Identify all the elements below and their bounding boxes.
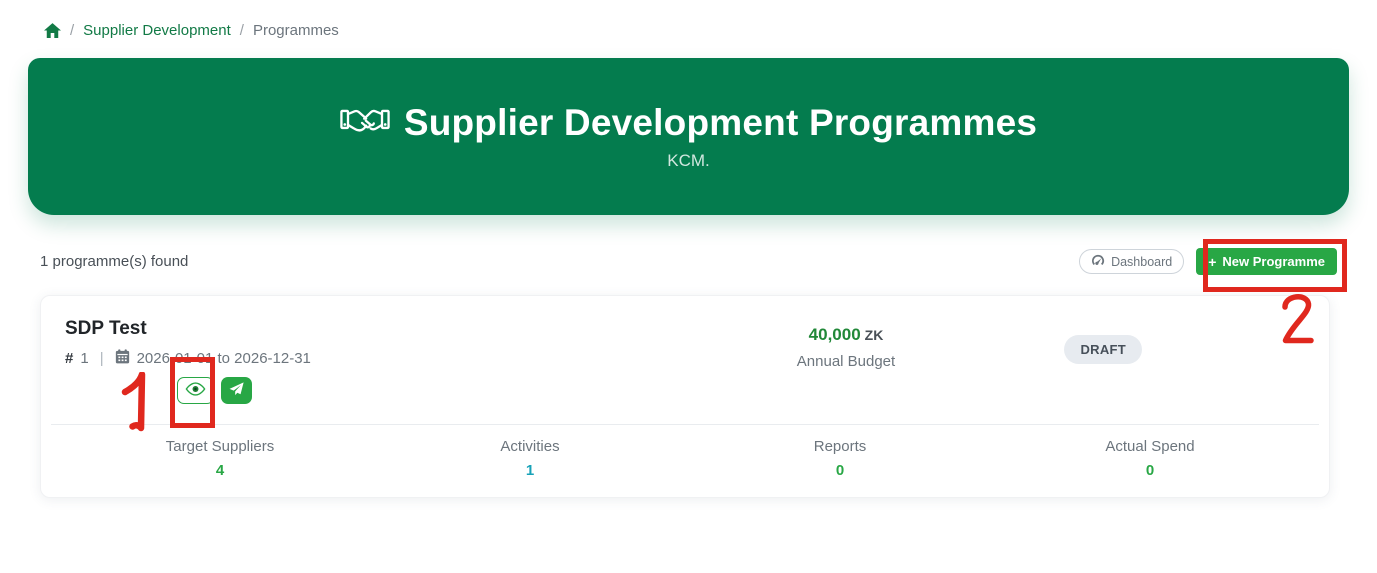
- stat-value: 1: [525, 462, 535, 479]
- stat-label: Reports: [813, 438, 867, 455]
- gauge-icon: [1091, 254, 1105, 269]
- stat-reports: Reports 0: [685, 438, 995, 479]
- programme-card: SDP Test # 1 | 2026-01-01 to 2026-12-31: [40, 295, 1330, 498]
- breadcrumb-item-programmes: Programmes: [252, 22, 339, 39]
- programme-date-range: 2026-01-01 to 2026-12-31: [136, 350, 311, 367]
- stat-value: 4: [215, 462, 225, 479]
- send-programme-button[interactable]: [221, 377, 252, 404]
- budget-amount: 40,000: [808, 325, 861, 344]
- stat-target-suppliers: Target Suppliers 4: [65, 438, 375, 479]
- card-divider: [51, 424, 1319, 425]
- programme-number: 1: [80, 350, 89, 367]
- stat-label: Actual Spend: [1105, 438, 1195, 455]
- programme-actions: [177, 377, 1305, 404]
- plus-icon: +: [1208, 253, 1217, 270]
- annual-budget: 40,000 ZK Annual Budget: [731, 325, 961, 370]
- stat-value: 0: [835, 462, 845, 479]
- stat-value: 0: [1145, 462, 1155, 479]
- page-banner: Supplier Development Programmes KCM.: [28, 58, 1349, 215]
- breadcrumb-separator: /: [70, 22, 75, 39]
- home-icon[interactable]: [44, 23, 61, 38]
- toolbar: 1 programme(s) found Dashboard + New Pro…: [40, 248, 1337, 275]
- hash-icon: #: [65, 350, 74, 367]
- programme-stats: Target Suppliers 4 Activities 1 Reports …: [65, 438, 1305, 479]
- paper-plane-icon: [229, 381, 244, 400]
- breadcrumb-separator: /: [239, 22, 244, 39]
- breadcrumb-item-supplier-development[interactable]: Supplier Development: [83, 22, 231, 39]
- budget-currency: ZK: [864, 327, 884, 343]
- meta-divider: |: [99, 350, 104, 367]
- view-programme-button[interactable]: [177, 377, 214, 404]
- dashboard-button[interactable]: Dashboard: [1079, 249, 1185, 274]
- handshake-icon: [340, 104, 390, 143]
- budget-label: Annual Budget: [796, 353, 896, 370]
- eye-icon: [185, 382, 206, 399]
- page-subtitle: KCM.: [667, 151, 710, 170]
- dashboard-button-label: Dashboard: [1111, 254, 1173, 269]
- stat-activities: Activities 1: [375, 438, 685, 479]
- breadcrumb: / Supplier Development / Programmes: [44, 22, 339, 39]
- stat-label: Target Suppliers: [165, 438, 275, 455]
- page: / Supplier Development / Programmes Supp…: [0, 0, 1377, 573]
- status-badge: DRAFT: [1064, 335, 1142, 364]
- calendar-icon: [115, 349, 130, 368]
- new-programme-button-label: New Programme: [1222, 254, 1325, 269]
- page-title: Supplier Development Programmes: [403, 102, 1038, 143]
- stat-label: Activities: [500, 438, 560, 455]
- new-programme-button[interactable]: + New Programme: [1196, 248, 1337, 275]
- stat-actual-spend: Actual Spend 0: [995, 438, 1305, 479]
- results-count: 1 programme(s) found: [40, 253, 189, 270]
